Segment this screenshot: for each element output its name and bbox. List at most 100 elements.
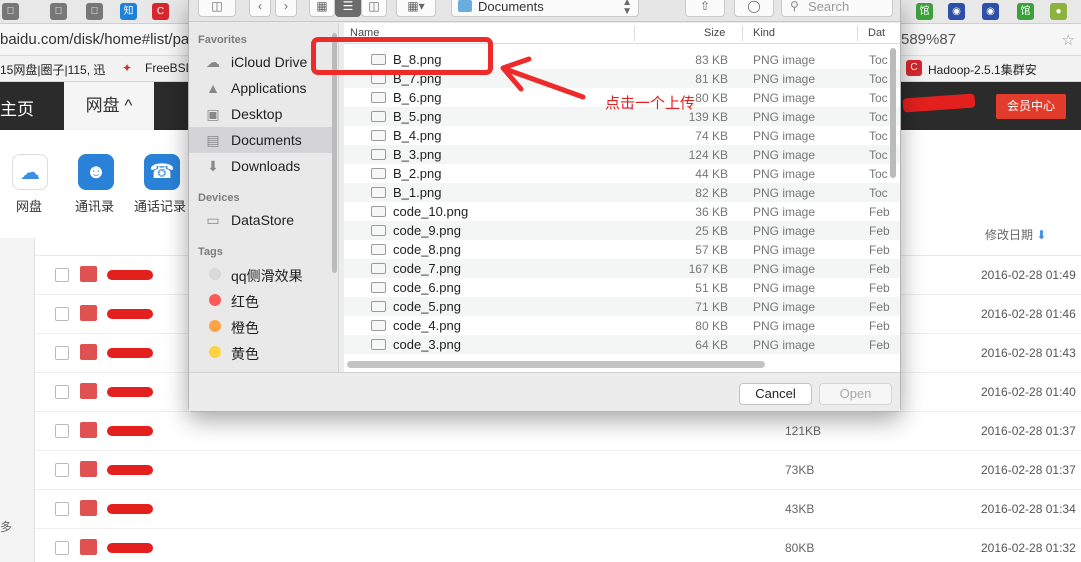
dialog-toolbar: ◫ ‹ › ▦ ☰ ◫ ▦▾ Documents ▲ ▼ ⇧ ◯ ⚲ Search [189,0,900,22]
table-row[interactable]: 43KB 2016-02-28 01:34 [35,490,1081,529]
sidebar-tag[interactable]: 黄色 [189,339,337,365]
list-view-icon[interactable]: ☰ [335,0,361,17]
row-size: 43KB [785,502,815,516]
nav-home[interactable]: 主页 [0,95,34,120]
search-field[interactable]: ⚲ Search [781,0,893,17]
url-text[interactable]: baidu.com/disk/home#list/pat [0,31,193,48]
file-row[interactable]: code_9.png 25 KB PNG image Feb [344,221,900,240]
bulb-tab-icon[interactable]: ● [1050,3,1067,20]
redacted-filename [107,348,153,358]
icon-view-icon[interactable]: ▦ [309,0,335,17]
row-size: 121KB [785,424,822,438]
cloud-icon[interactable]: ☁ [12,154,48,190]
library-tab-icon[interactable]: 馆 [1017,3,1034,20]
tag-color-dot-icon [209,320,221,332]
tags-header: Tags [198,246,223,258]
vertical-scrollbar[interactable] [890,48,896,178]
file-size: 81 KB [695,72,728,86]
zhihu-tab-icon[interactable]: 知 [120,3,137,20]
file-row[interactable]: code_6.png 51 KB PNG image Feb [344,278,900,297]
nav-netdisk[interactable]: 网盘 ^ [64,82,154,130]
sort-by-date-header[interactable]: 修改日期 ⬇ [985,226,1046,243]
horizontal-scrollbar[interactable] [347,361,765,368]
table-row[interactable]: 121KB 2016-02-28 01:37 [35,412,1081,451]
row-checkbox[interactable] [55,502,69,516]
library-tab-icon[interactable]: 馆 [916,3,933,20]
row-checkbox[interactable] [55,385,69,399]
location-popup[interactable]: Documents ▲ ▼ [451,0,639,17]
sidebar-toggle-icon[interactable]: ◫ [198,0,236,17]
row-checkbox[interactable] [55,307,69,321]
bookmark-item[interactable]: FreeBSD [145,61,194,75]
file-kind: PNG image [753,91,816,105]
sidebar-tag[interactable]: qq侧滑效果 [189,261,337,287]
arrange-menu-icon[interactable]: ▦▾ [396,0,436,17]
file-row[interactable]: B_2.png 44 KB PNG image Toc [344,164,900,183]
apple-tab-icon[interactable]:  [86,3,103,20]
contacts-icon[interactable]: ☻ [78,154,114,190]
call-log-icon[interactable]: ☎ [144,154,180,190]
file-row[interactable]: code_3.png 64 KB PNG image Feb [344,335,900,354]
file-row[interactable]: code_10.png 36 KB PNG image Feb [344,202,900,221]
share-icon[interactable]: ⇧ [685,0,725,17]
sidebar-item-datastore[interactable]: ▭ DataStore [189,207,337,233]
sidebar-item-desktop[interactable]: ▣ Desktop [189,101,337,127]
open-button[interactable]: Open [819,383,892,405]
favorites-header: Favorites [198,34,247,46]
vip-center-button[interactable]: 会员中心 [996,94,1066,119]
sidebar-item-downloads[interactable]: ⬇ Downloads [189,153,337,179]
drive-icon: ▭ [206,212,220,228]
sidebar-item-applications[interactable]: ▲ Applications [189,75,337,101]
paw-tab-icon[interactable]: ◉ [948,3,965,20]
apple-tab-icon[interactable]:  [2,3,19,20]
bookmark-item[interactable]: Hadoop-2.5.1集群安 [928,61,1037,78]
file-row[interactable]: B_4.png 74 KB PNG image Toc [344,126,900,145]
file-name: B_3.png [393,147,442,162]
table-row[interactable]: 80KB 2016-02-28 01:32 [35,529,1081,562]
row-checkbox[interactable] [55,541,69,555]
column-view-icon[interactable]: ◫ [361,0,387,17]
bookmark-star-icon[interactable]: ☆ [1062,31,1075,49]
file-kind: PNG image [753,319,816,333]
file-row[interactable]: code_4.png 80 KB PNG image Feb [344,316,900,335]
tag-label: 红色 [231,294,259,310]
file-date: Toc [869,72,888,86]
row-checkbox[interactable] [55,346,69,360]
more-text[interactable]: 多 [0,518,12,535]
downloads-icon: ⬇ [207,158,219,174]
file-name: B_6.png [393,90,442,105]
file-row[interactable]: B_1.png 82 KB PNG image Toc [344,183,900,202]
column-kind[interactable]: Kind [753,27,775,39]
csdn-tab-icon[interactable]: C [152,3,169,20]
sidebar-tag[interactable]: 红色 [189,287,337,313]
row-date: 2016-02-28 01:43 [981,346,1076,360]
table-row[interactable]: 73KB 2016-02-28 01:37 [35,451,1081,490]
file-size: 25 KB [695,224,728,238]
file-row[interactable]: code_8.png 57 KB PNG image Feb [344,240,900,259]
row-size: 73KB [785,463,815,477]
cancel-button[interactable]: Cancel [739,383,812,405]
file-row[interactable]: code_7.png 167 KB PNG image Feb [344,259,900,278]
redacted-filename [107,465,153,475]
file-row[interactable]: B_3.png 124 KB PNG image Toc [344,145,900,164]
file-row[interactable]: code_5.png 71 KB PNG image Feb [344,297,900,316]
row-checkbox[interactable] [55,268,69,282]
apple-tab-icon[interactable]:  [50,3,67,20]
image-file-icon [80,344,97,360]
back-icon[interactable]: ‹ [249,0,271,17]
forward-icon[interactable]: › [275,0,297,17]
sidebar-item-label: Downloads [231,158,301,174]
bookmark-item[interactable]: 15网盘|圈子|115, 迅 [0,61,105,78]
sidebar-tag[interactable]: 橙色 [189,313,337,339]
csdn-bookmark-icon: C [906,60,922,76]
image-file-icon [80,500,97,516]
sidebar-item-documents[interactable]: ▤ Documents [189,127,337,153]
file-kind: PNG image [753,243,816,257]
sidebar-item-label: Applications [231,80,307,96]
row-checkbox[interactable] [55,424,69,438]
paw-tab-icon[interactable]: ◉ [982,3,999,20]
row-checkbox[interactable] [55,463,69,477]
column-size[interactable]: Size [704,27,725,39]
column-date[interactable]: Dat [868,27,885,39]
tag-icon[interactable]: ◯ [734,0,774,17]
